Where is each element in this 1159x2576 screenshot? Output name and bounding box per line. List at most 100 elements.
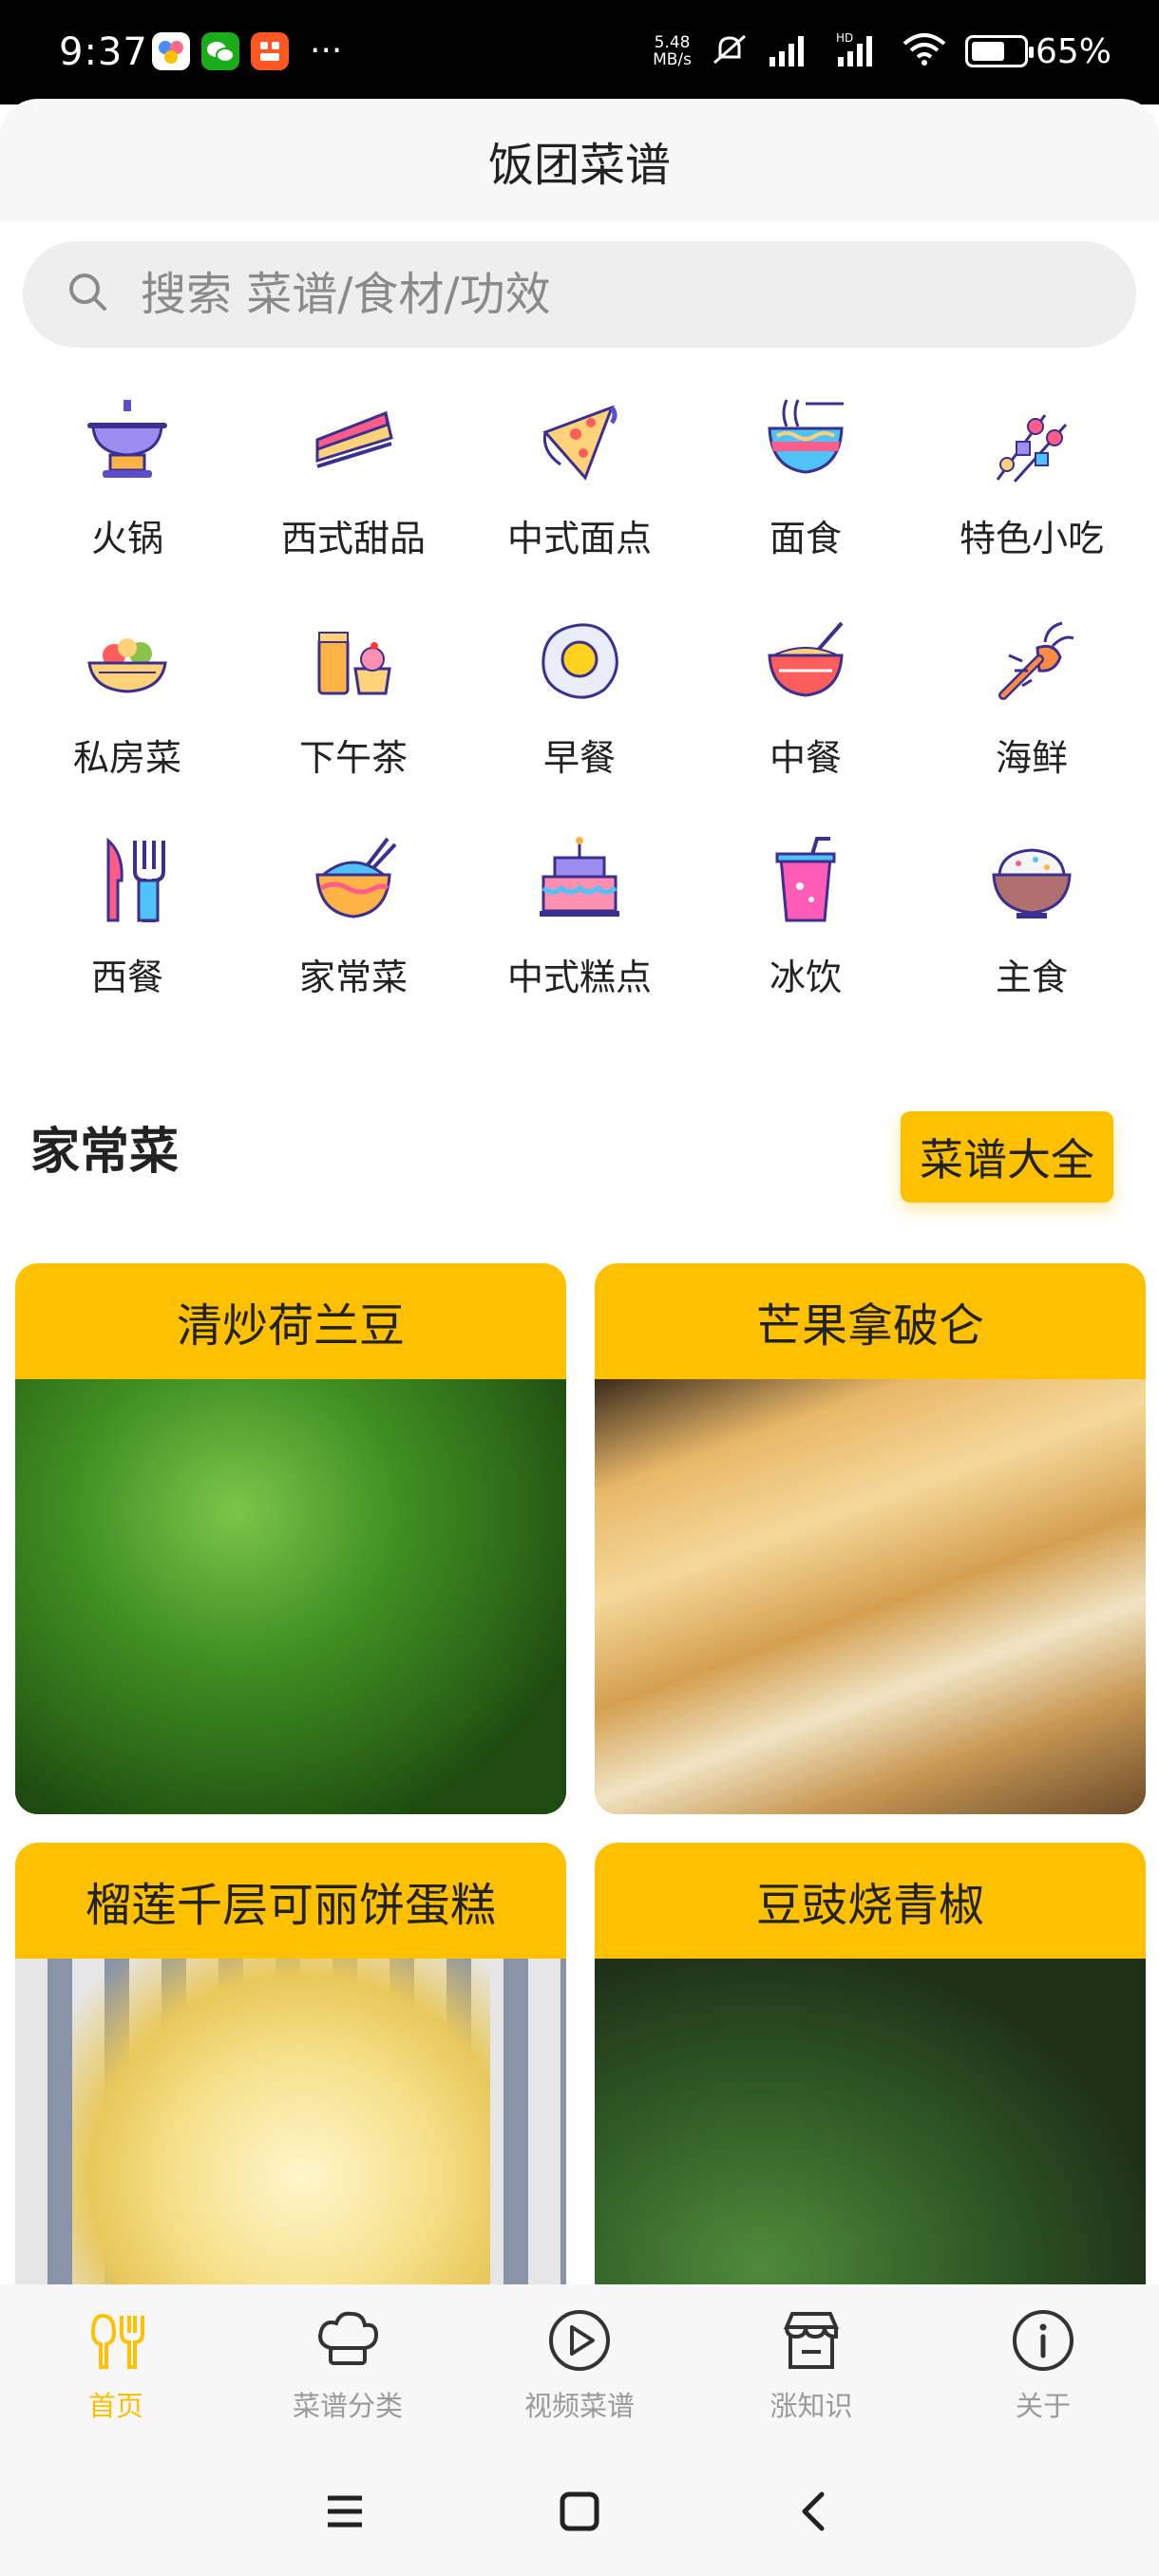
category-grid: 火锅 西式甜品 中式面点 面食 特色小吃 私房菜 下午茶 早餐 中餐 海鲜 西餐… (0, 389, 1159, 1000)
hotpot-icon (75, 389, 180, 494)
recipe-card[interactable]: 清炒荷兰豆 (15, 1263, 566, 1814)
category-label: 西餐 (90, 957, 163, 998)
net-speed: 5.48 MB/s (653, 33, 692, 69)
recipe-title: 清炒荷兰豆 (176, 1299, 405, 1353)
recipe-list: 清炒荷兰豆 芒果拿破仑 榴莲千层可丽饼蛋糕 豆豉烧青椒 (0, 1263, 1159, 2284)
app-notification-icon (152, 32, 190, 70)
chef-hat-icon (314, 2306, 382, 2375)
category-label: 中式面点 (506, 518, 652, 559)
system-nav-bar (0, 2446, 1159, 2576)
app-header: 饭团菜谱 (0, 99, 1159, 222)
nav-item-home[interactable]: 首页 (21, 2306, 211, 2424)
mute-icon (709, 28, 750, 74)
category-item[interactable]: 冰饮 (693, 828, 919, 1000)
back-icon[interactable] (776, 2473, 852, 2549)
fried-egg-icon (527, 609, 632, 713)
nav-label: 涨知识 (770, 2390, 853, 2422)
wechat-icon (201, 32, 239, 70)
shop-icon (777, 2306, 846, 2375)
category-item[interactable]: 西式甜品 (240, 389, 466, 561)
skewer-icon (979, 389, 1084, 494)
category-item[interactable]: 特色小吃 (919, 389, 1145, 561)
category-label: 中式糕点 (506, 957, 652, 998)
tea-dessert-icon (301, 609, 406, 713)
category-label: 西式甜品 (280, 518, 426, 559)
fruit-basket-icon (75, 609, 180, 713)
nav-item-video[interactable]: 视频菜谱 (484, 2306, 674, 2424)
recipe-image (15, 1379, 566, 1814)
recipe-title: 豆豉烧青椒 (755, 1879, 984, 1932)
category-label: 私房菜 (72, 737, 181, 779)
cake-slice-icon (301, 389, 406, 494)
recipe-title: 芒果拿破仑 (755, 1299, 984, 1353)
nav-label: 关于 (1015, 2390, 1071, 2422)
category-item[interactable]: 早餐 (466, 609, 693, 781)
lobster-icon (979, 609, 1084, 713)
pizza-slice-icon (527, 389, 632, 494)
page-title: 饭团菜谱 (487, 139, 671, 192)
category-label: 特色小吃 (959, 518, 1104, 559)
battery-icon (964, 35, 1034, 67)
category-label: 冰饮 (769, 957, 842, 998)
noodle-bowl-icon (753, 389, 858, 494)
all-recipes-button[interactable]: 菜谱大全 (901, 1111, 1113, 1203)
recipe-card[interactable]: 豆豉烧青椒 (595, 1843, 1146, 2284)
nav-label: 菜谱分类 (292, 2390, 403, 2422)
category-label: 中餐 (769, 737, 842, 779)
nav-label: 视频菜谱 (523, 2390, 635, 2422)
home-square-icon[interactable] (542, 2473, 618, 2549)
category-item[interactable]: 火锅 (14, 389, 240, 561)
home-bowl-icon (301, 828, 406, 933)
battery-percent: 65% (1035, 31, 1112, 71)
category-item[interactable]: 私房菜 (14, 609, 240, 781)
category-label: 主食 (995, 957, 1068, 998)
search-icon (65, 269, 112, 320)
category-item[interactable]: 中餐 (693, 609, 919, 781)
category-item[interactable]: 中式面点 (466, 389, 693, 561)
battery: 65% (964, 31, 1112, 71)
status-right: 5.48 MB/s HD 65% (653, 28, 1112, 74)
svg-text:HD: HD (836, 31, 853, 45)
category-item[interactable]: 海鲜 (919, 609, 1145, 781)
nav-item-about[interactable]: 关于 (948, 2306, 1138, 2424)
section-title: 家常菜 (30, 1124, 180, 1181)
category-item[interactable]: 面食 (693, 389, 919, 561)
bottom-nav: 首页 菜谱分类 视频菜谱 涨知识 关于 (0, 2284, 1159, 2446)
status-bar: 9:37 ··· 5.48 MB/s HD 65% (0, 0, 1159, 104)
signal-icon (768, 30, 815, 72)
category-item[interactable]: 主食 (919, 828, 1145, 1000)
rice-bowl-chopsticks-icon (753, 609, 858, 713)
category-label: 家常菜 (298, 957, 408, 998)
nav-item-categories[interactable]: 菜谱分类 (253, 2306, 443, 2424)
rice-icon (979, 828, 1084, 933)
wifi-icon (901, 30, 948, 72)
notification-icons: ··· (152, 32, 342, 70)
info-icon (1009, 2306, 1077, 2375)
recipe-card[interactable]: 芒果拿破仑 (595, 1263, 1146, 1814)
search-input[interactable] (141, 268, 996, 321)
recipe-image (595, 1379, 1146, 1814)
recipe-title: 榴莲千层可丽饼蛋糕 (85, 1879, 496, 1932)
category-label: 早餐 (542, 737, 616, 779)
menu-icon[interactable] (307, 2473, 383, 2549)
category-label: 火锅 (90, 518, 163, 559)
nav-label: 首页 (87, 2390, 143, 2422)
nav-item-knowledge[interactable]: 涨知识 (716, 2306, 906, 2424)
category-item[interactable]: 中式糕点 (466, 828, 693, 1000)
category-item[interactable]: 西餐 (14, 828, 240, 1000)
signal-hd-icon: HD (832, 30, 884, 72)
app-store-icon (251, 32, 289, 70)
more-notifications-icon: ··· (310, 31, 343, 70)
search-bar[interactable] (23, 241, 1136, 348)
recipe-card[interactable]: 榴莲千层可丽饼蛋糕 (15, 1843, 566, 2284)
home-utensils-icon (82, 2306, 150, 2375)
category-item[interactable]: 家常菜 (240, 828, 466, 1000)
recipe-image (595, 1959, 1146, 2284)
category-item[interactable]: 下午茶 (240, 609, 466, 781)
status-time: 9:37 (59, 30, 148, 74)
category-label: 下午茶 (298, 737, 408, 779)
recipe-image (15, 1959, 566, 2284)
birthday-cake-icon (527, 828, 632, 933)
category-label: 面食 (769, 518, 842, 559)
play-icon (545, 2306, 614, 2375)
